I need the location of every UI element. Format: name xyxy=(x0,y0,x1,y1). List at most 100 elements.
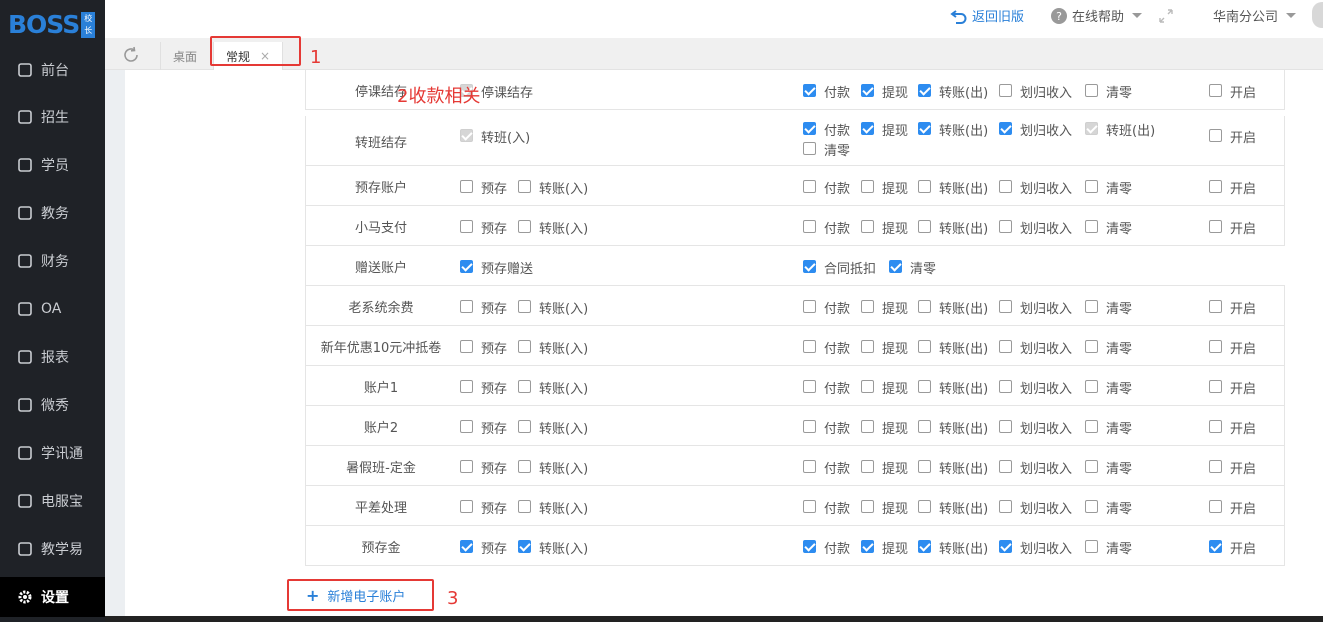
checkbox[interactable] xyxy=(460,300,473,313)
checkbox[interactable] xyxy=(803,300,816,313)
checkbox[interactable] xyxy=(803,420,816,433)
checkbox[interactable] xyxy=(999,420,1012,433)
checkbox[interactable] xyxy=(1209,460,1222,473)
checkbox[interactable] xyxy=(518,460,531,473)
checkbox[interactable] xyxy=(518,220,531,233)
checkbox[interactable] xyxy=(803,260,816,273)
checkbox[interactable] xyxy=(1085,540,1098,553)
checkbox[interactable] xyxy=(1209,129,1222,142)
fullscreen-icon[interactable] xyxy=(1158,8,1174,24)
checkbox[interactable] xyxy=(999,300,1012,313)
checkbox[interactable] xyxy=(861,300,874,313)
checkbox[interactable] xyxy=(861,460,874,473)
checkbox[interactable] xyxy=(999,460,1012,473)
checkbox[interactable] xyxy=(1209,380,1222,393)
checkbox[interactable] xyxy=(999,180,1012,193)
checkbox[interactable] xyxy=(518,300,531,313)
checkbox[interactable] xyxy=(889,260,902,273)
add-e-account-button[interactable]: + 新增电子账户 xyxy=(287,579,434,611)
checkbox[interactable] xyxy=(918,220,931,233)
checkbox[interactable] xyxy=(803,180,816,193)
checkbox[interactable] xyxy=(518,340,531,353)
checkbox[interactable] xyxy=(999,540,1012,553)
checkbox[interactable] xyxy=(803,220,816,233)
checkbox[interactable] xyxy=(803,340,816,353)
checkbox[interactable] xyxy=(1209,180,1222,193)
checkbox[interactable] xyxy=(460,340,473,353)
sidebar-item-1[interactable]: 招生 xyxy=(0,97,105,137)
online-help-menu[interactable]: ? 在线帮助 xyxy=(1050,6,1174,25)
checkbox[interactable] xyxy=(999,220,1012,233)
checkbox[interactable] xyxy=(1085,380,1098,393)
checkbox[interactable] xyxy=(1209,220,1222,233)
checkbox[interactable] xyxy=(1085,180,1098,193)
checkbox[interactable] xyxy=(803,380,816,393)
checkbox[interactable] xyxy=(460,460,473,473)
checkbox[interactable] xyxy=(803,122,816,135)
sidebar-item-7[interactable]: 微秀 xyxy=(0,385,105,425)
checkbox[interactable] xyxy=(1085,420,1098,433)
checkbox[interactable] xyxy=(918,460,931,473)
sidebar-item-9[interactable]: 电服宝 xyxy=(0,481,105,521)
checkbox[interactable] xyxy=(1209,500,1222,513)
checkbox[interactable] xyxy=(518,380,531,393)
sidebar-item-10[interactable]: 教学易 xyxy=(0,529,105,569)
sidebar-item-4[interactable]: 财务 xyxy=(0,241,105,281)
sidebar-item-3[interactable]: 教务 xyxy=(0,193,105,233)
checkbox[interactable] xyxy=(999,500,1012,513)
checkbox[interactable] xyxy=(1085,340,1098,353)
checkbox[interactable] xyxy=(918,500,931,513)
checkbox[interactable] xyxy=(1085,300,1098,313)
company-selector[interactable]: 华南分公司 xyxy=(1213,6,1297,25)
checkbox[interactable] xyxy=(999,84,1012,97)
checkbox[interactable] xyxy=(861,540,874,553)
checkbox[interactable] xyxy=(460,420,473,433)
sidebar-item-8[interactable]: 学讯通 xyxy=(0,433,105,473)
checkbox[interactable] xyxy=(518,180,531,193)
checkbox[interactable] xyxy=(460,500,473,513)
checkbox[interactable] xyxy=(861,122,874,135)
checkbox[interactable] xyxy=(918,122,931,135)
checkbox[interactable] xyxy=(918,420,931,433)
checkbox[interactable] xyxy=(918,540,931,553)
checkbox[interactable] xyxy=(1085,500,1098,513)
checkbox[interactable] xyxy=(918,340,931,353)
checkbox[interactable] xyxy=(803,142,816,155)
sidebar-item-0[interactable]: 前台 xyxy=(0,50,105,90)
checkbox[interactable] xyxy=(460,220,473,233)
checkbox[interactable] xyxy=(861,420,874,433)
checkbox[interactable] xyxy=(803,540,816,553)
checkbox[interactable] xyxy=(999,380,1012,393)
checkbox[interactable] xyxy=(1209,340,1222,353)
sidebar-item-2[interactable]: 学员 xyxy=(0,145,105,185)
back-old-version-link[interactable]: 返回旧版 xyxy=(950,6,1024,25)
checkbox[interactable] xyxy=(460,260,473,273)
checkbox[interactable] xyxy=(1209,84,1222,97)
checkbox[interactable] xyxy=(861,180,874,193)
checkbox[interactable] xyxy=(999,340,1012,353)
checkbox[interactable] xyxy=(518,420,531,433)
checkbox[interactable] xyxy=(803,500,816,513)
sidebar-item-6[interactable]: 报表 xyxy=(0,337,105,377)
sidebar-item-11[interactable]: 设置 xyxy=(0,577,105,617)
checkbox[interactable] xyxy=(861,500,874,513)
checkbox[interactable] xyxy=(803,460,816,473)
tab-desk[interactable]: 桌面 xyxy=(160,42,209,70)
checkbox[interactable] xyxy=(460,540,473,553)
checkbox[interactable] xyxy=(518,540,531,553)
checkbox[interactable] xyxy=(918,180,931,193)
checkbox[interactable] xyxy=(1085,460,1098,473)
avatar[interactable] xyxy=(1312,2,1323,28)
checkbox[interactable] xyxy=(861,220,874,233)
checkbox[interactable] xyxy=(918,84,931,97)
checkbox[interactable] xyxy=(518,500,531,513)
checkbox[interactable] xyxy=(1209,420,1222,433)
checkbox[interactable] xyxy=(861,340,874,353)
refresh-icon[interactable] xyxy=(121,45,141,65)
checkbox[interactable] xyxy=(918,380,931,393)
checkbox[interactable] xyxy=(460,180,473,193)
checkbox[interactable] xyxy=(460,380,473,393)
checkbox[interactable] xyxy=(803,84,816,97)
checkbox[interactable] xyxy=(999,122,1012,135)
checkbox[interactable] xyxy=(1085,220,1098,233)
